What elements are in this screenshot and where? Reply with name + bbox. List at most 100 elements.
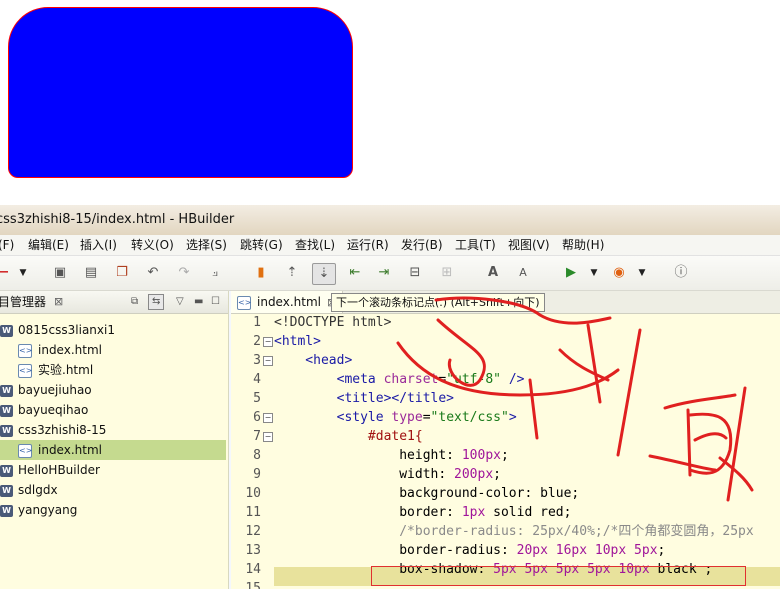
html-file-icon: <>	[18, 443, 32, 458]
dropdown-icon[interactable]: ▼	[637, 265, 647, 281]
code-line[interactable]: border: 1px solid red;	[274, 503, 571, 522]
code-line[interactable]: <title></title>	[274, 389, 454, 408]
menu-view[interactable]: 视图(V)	[508, 235, 550, 255]
code-line[interactable]: width: 200px;	[274, 465, 501, 484]
fold-toggle-icon[interactable]: −	[263, 432, 273, 442]
file-item-selected[interactable]: <> index.html	[0, 440, 226, 460]
code-token: charset	[383, 372, 439, 387]
font-decrease-icon[interactable]: A	[515, 265, 531, 281]
fold-toggle-icon[interactable]: −	[263, 337, 273, 347]
link-editor-icon[interactable]: ⇆	[148, 294, 165, 310]
menu-find[interactable]: 查找(L)	[295, 235, 335, 255]
menu-select[interactable]: 选择(S)	[186, 235, 227, 255]
code-token: "text/css"	[430, 410, 509, 425]
code-token: /*border-radius: 25px/40%;/*四个角都变圆角，25px	[274, 524, 754, 539]
goto-start-icon[interactable]: ⇤	[347, 265, 363, 281]
line-number: 15	[245, 581, 261, 589]
code-line[interactable]: height: 100px;	[274, 446, 509, 465]
code-token: border-radius:	[274, 543, 517, 558]
code-line[interactable]: border-radius: 20px 16px 10px 5px;	[274, 541, 665, 560]
new-file-icon[interactable]: −	[0, 265, 12, 281]
menu-escape[interactable]: 转义(O)	[131, 235, 174, 255]
project-item[interactable]: W 0815css3lianxi1	[0, 320, 115, 340]
code-token: type	[391, 410, 423, 425]
prev-bookmark-icon[interactable]: ⇡	[284, 265, 300, 281]
code-line[interactable]: <head>	[274, 351, 352, 370]
line-number: 12	[245, 524, 261, 539]
project-item[interactable]: W HelloHBuilder	[0, 460, 100, 480]
fold-toggle-icon[interactable]: −	[263, 413, 273, 423]
project-icon: W	[0, 484, 13, 497]
line-number: 1	[253, 315, 261, 330]
format-icon[interactable]: ⟓	[207, 265, 223, 281]
code-token: 200px	[454, 467, 494, 482]
code-line[interactable]: <html>	[274, 332, 321, 351]
browser-icon[interactable]: ◉	[611, 265, 627, 281]
code-token: />	[501, 372, 525, 387]
copy-icon[interactable]: ❐	[114, 265, 130, 281]
code-token: 1px	[461, 505, 486, 520]
project-item[interactable]: Wbayueqihao	[0, 400, 88, 420]
menu-help[interactable]: 帮助(H)	[562, 235, 604, 255]
run-icon[interactable]: ▶	[563, 265, 579, 281]
comment-icon[interactable]: ⊟	[407, 265, 423, 281]
next-bookmark-icon[interactable]: ⇣	[312, 263, 336, 285]
menu-goto[interactable]: 跳转(G)	[240, 235, 283, 255]
project-item[interactable]: Wcss3zhishi8-15	[0, 420, 106, 440]
font-increase-icon[interactable]: A	[485, 265, 501, 281]
project-icon: W	[0, 504, 13, 517]
explorer-tab[interactable]: 目管理器 ⊠ ⧉ ⇆ ▽ ▬ ☐	[0, 291, 228, 314]
code-token: ;	[657, 543, 666, 558]
menu-file[interactable]: (F)	[0, 235, 14, 255]
line-number: 9	[253, 467, 261, 482]
maximize-icon[interactable]: ☐	[211, 295, 220, 309]
line-number: 7	[253, 429, 261, 444]
undo-icon[interactable]: ↶	[145, 265, 161, 281]
help-icon[interactable]: ⓘ	[673, 265, 689, 281]
project-item[interactable]: Wsdlgdx	[0, 480, 58, 500]
save-icon[interactable]: ▣	[52, 265, 68, 281]
code-token: #date1{	[274, 429, 423, 444]
save-all-icon[interactable]: ▤	[83, 265, 99, 281]
code-token: <html>	[274, 334, 321, 349]
rendered-rounded-box	[8, 7, 353, 178]
code-token: height:	[274, 448, 462, 463]
project-item[interactable]: Wyangyang	[0, 500, 77, 520]
menu-tools[interactable]: 工具(T)	[455, 235, 496, 255]
code-token: <style	[274, 410, 392, 425]
code-line[interactable]: <!DOCTYPE html>	[274, 313, 391, 332]
code-token: ;	[493, 467, 501, 482]
dropdown-icon[interactable]: ▼	[18, 265, 28, 281]
redo-icon[interactable]: ↷	[176, 265, 192, 281]
file-item[interactable]: <> index.html	[18, 340, 102, 360]
code-line[interactable]: /*border-radius: 25px/40%;/*四个角都变圆角，25px	[274, 522, 754, 541]
project-icon: W	[0, 424, 13, 437]
code-token: border:	[274, 505, 462, 520]
close-icon[interactable]: ⊠	[54, 291, 63, 313]
menu-run[interactable]: 运行(R)	[347, 235, 389, 255]
editor-tab-index-html[interactable]: <>index.html⊠	[231, 291, 344, 313]
dropdown-icon[interactable]: ▼	[589, 265, 599, 281]
html-file-icon: <>	[18, 363, 32, 378]
code-line[interactable]: <meta charset="utf-8" />	[274, 370, 525, 389]
uncomment-icon[interactable]: ⊞	[439, 265, 455, 281]
project-item[interactable]: Wbayuejiuhao	[0, 380, 92, 400]
code-line[interactable]: <style type="text/css">	[274, 408, 517, 427]
code-line[interactable]: background-color: blue;	[274, 484, 579, 503]
file-item[interactable]: <> 实验.html	[18, 360, 93, 380]
line-number: 11	[245, 505, 261, 520]
view-menu-icon[interactable]: ▽	[176, 295, 184, 309]
code-token: <head>	[274, 353, 353, 368]
toolbar: − ▼ ▣ ▤ ❐ ↶ ↷ ⟓ ▮ ⇡ ⇣ ⇤ ⇥ ⊟ ⊞ A A ▶ ▼ ◉ …	[0, 256, 780, 291]
menu-insert[interactable]: 插入(I)	[80, 235, 117, 255]
bookmark-icon[interactable]: ▮	[253, 265, 269, 281]
code-token: "utf-8"	[446, 372, 501, 387]
code-line[interactable]: #date1{	[274, 427, 423, 446]
menu-edit[interactable]: 编辑(E)	[28, 235, 69, 255]
minimize-icon[interactable]: ▬	[194, 295, 203, 309]
goto-end-icon[interactable]: ⇥	[376, 265, 392, 281]
code-token: 100px	[461, 448, 501, 463]
collapse-all-icon[interactable]: ⧉	[131, 295, 138, 309]
fold-toggle-icon[interactable]: −	[263, 356, 273, 366]
menu-publish[interactable]: 发行(B)	[401, 235, 443, 255]
